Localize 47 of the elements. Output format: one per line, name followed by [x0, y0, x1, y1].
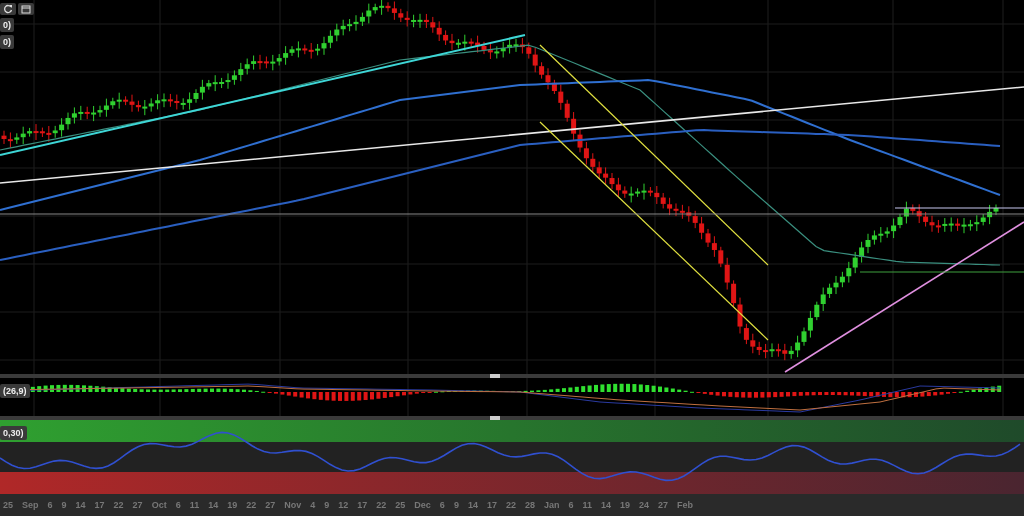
axis-label: 28 [524, 500, 535, 510]
axis-label: 4 [310, 500, 316, 510]
calendar-icon [21, 4, 31, 14]
axis-label: 25 [395, 500, 406, 510]
axis-label: 22 [246, 500, 257, 510]
axis-label: 24 [639, 500, 650, 510]
indicator-tag[interactable]: 0) [0, 35, 14, 49]
axis-label: 22 [376, 500, 387, 510]
axis-label: Dec [414, 500, 431, 510]
axis-label: 9 [61, 500, 67, 510]
axis-label: 9 [324, 500, 330, 510]
axis-label: 27 [265, 500, 276, 510]
axis-label: 22 [505, 500, 516, 510]
axis-label: 6 [47, 500, 53, 510]
axis-label: 27 [658, 500, 669, 510]
refresh-icon [3, 4, 13, 14]
axis-label: 17 [486, 500, 497, 510]
axis-label: 17 [94, 500, 105, 510]
axis-label: 25 [3, 500, 13, 510]
axis-label: Oct [151, 500, 167, 510]
axis-label: 14 [601, 500, 611, 510]
axis-label: Feb [677, 500, 694, 510]
axis-label: 19 [227, 500, 238, 510]
axis-label: 27 [132, 500, 143, 510]
calendar-button[interactable] [18, 3, 34, 15]
resize-handle[interactable] [490, 416, 500, 420]
axis-label: 6 [175, 500, 181, 510]
indicator-tag[interactable]: (26,9) [0, 384, 30, 398]
axis-label: 14 [208, 500, 219, 510]
axis-label: 9 [453, 500, 459, 510]
axis-label: 19 [620, 500, 631, 510]
axis-label: Sep [22, 500, 39, 510]
axis-label: 14 [75, 500, 86, 510]
axis-label: 22 [113, 500, 124, 510]
axis-label: 11 [582, 500, 592, 510]
refresh-button[interactable] [0, 3, 16, 15]
axis-label: 6 [439, 500, 445, 510]
axis-label: Jan [543, 500, 560, 510]
axis-label: 17 [357, 500, 368, 510]
axis-label: 12 [338, 500, 349, 510]
axis-label: Nov [284, 500, 302, 510]
axis-label: 6 [568, 500, 574, 510]
axis-label: 11 [189, 500, 200, 510]
indicator-tag[interactable]: 0) [0, 18, 14, 32]
axis-label: 14 [467, 500, 478, 510]
resize-handle[interactable] [490, 374, 500, 378]
indicator-tag[interactable]: 0,30) [0, 426, 27, 440]
